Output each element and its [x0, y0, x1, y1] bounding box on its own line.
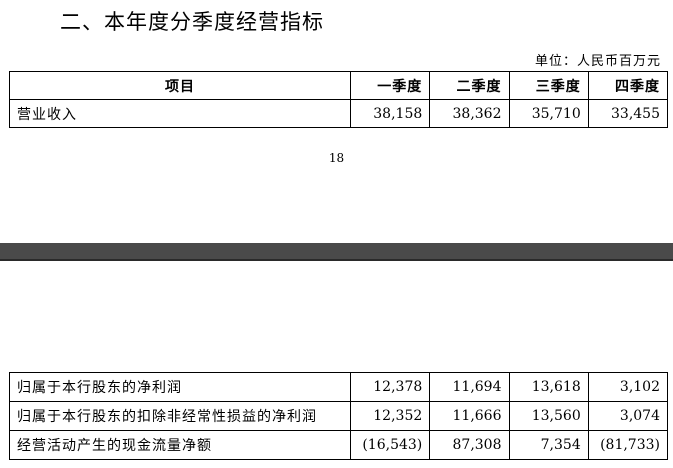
cell-q1: 12,352 — [350, 401, 431, 431]
table-row: 归属于本行股东的扣除非经常性损益的净利润 12,352 11,666 13,56… — [8, 401, 669, 431]
cell-q3: 35,710 — [508, 99, 589, 128]
row-label: 归属于本行股东的净利润 — [8, 372, 352, 402]
header-item: 项目 — [8, 71, 352, 100]
table-row: 归属于本行股东的净利润 12,378 11,694 13,618 3,102 — [8, 372, 669, 402]
cell-q2: 11,694 — [429, 372, 510, 402]
cell-q2: 38,362 — [429, 99, 510, 128]
quarterly-indicators-table-continued: 归属于本行股东的净利润 12,378 11,694 13,618 3,102 归… — [8, 372, 669, 460]
row-label: 归属于本行股东的扣除非经常性损益的净利润 — [8, 401, 352, 431]
table-row: 营业收入 38,158 38,362 35,710 33,455 — [8, 99, 669, 128]
cell-q3: 13,618 — [508, 372, 589, 402]
cell-q4: 3,074 — [587, 401, 669, 431]
unit-label: 单位：人民币百万元 — [534, 54, 661, 69]
cell-q4: 3,102 — [587, 372, 669, 402]
cell-q4: 33,455 — [587, 99, 669, 128]
header-q3: 三季度 — [508, 71, 589, 100]
row-label: 营业收入 — [8, 99, 352, 128]
cell-q1: (16,543) — [350, 430, 431, 460]
cell-q2: 11,666 — [429, 401, 510, 431]
header-q1: 一季度 — [350, 71, 431, 100]
cell-q3: 13,560 — [508, 401, 589, 431]
cell-q1: 38,158 — [350, 99, 431, 128]
cell-q2: 87,308 — [429, 430, 510, 460]
cell-q4: (81,733) — [587, 430, 669, 460]
header-q4: 四季度 — [587, 71, 669, 100]
row-label: 经营活动产生的现金流量净额 — [8, 430, 352, 460]
cell-q3: 7,354 — [508, 430, 589, 460]
cell-q1: 12,378 — [350, 372, 431, 402]
table-header-row: 项目 一季度 二季度 三季度 四季度 — [8, 71, 669, 100]
section-title: 二、本年度分季度经营指标 — [60, 10, 324, 34]
page-divider-edge — [0, 259, 673, 261]
header-q2: 二季度 — [429, 71, 510, 100]
quarterly-indicators-table: 项目 一季度 二季度 三季度 四季度 营业收入 38,158 38,362 35… — [8, 71, 669, 128]
page-number: 18 — [328, 151, 345, 165]
table-row: 经营活动产生的现金流量净额 (16,543) 87,308 7,354 (81,… — [8, 430, 669, 460]
